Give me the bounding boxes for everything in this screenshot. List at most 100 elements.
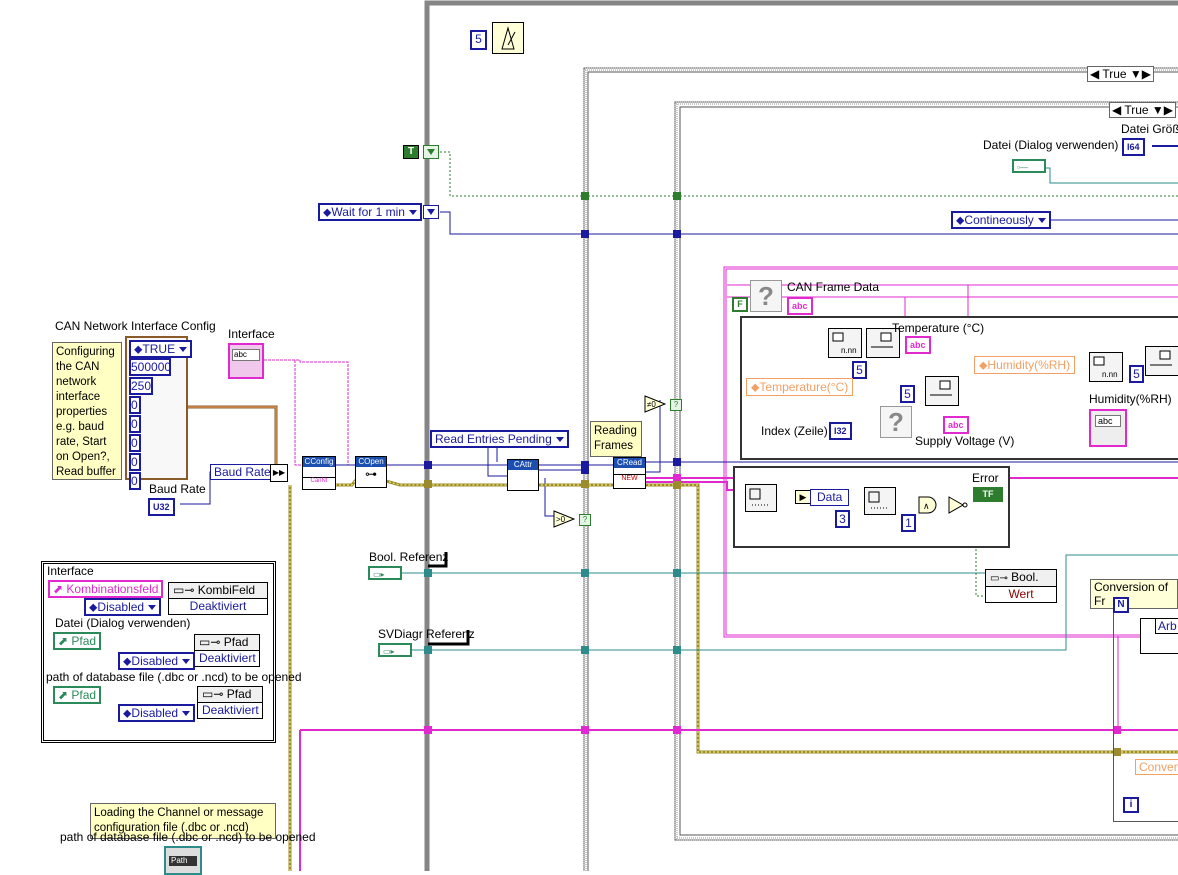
data-property[interactable]: Data: [810, 489, 850, 506]
stop-terminal: ?: [670, 399, 682, 411]
index-data-icon[interactable]: [864, 487, 896, 515]
temperature-index-constant[interactable]: 5: [852, 361, 867, 379]
contineously-enum[interactable]: ⬥Contineously: [951, 211, 1051, 229]
bool-ref-control[interactable]: ▭▸: [368, 566, 402, 580]
humidity-index-constant[interactable]: 5: [1129, 365, 1144, 383]
config-value-2[interactable]: 0: [129, 396, 141, 414]
temperature-control-value: Temperature(°C): [759, 380, 849, 394]
svg-text:≠0: ≠0: [647, 400, 656, 409]
disabled-enum-3[interactable]: ⬥Disabled: [118, 704, 196, 722]
pfad-refnum-2[interactable]: ⬈ Pfad: [53, 686, 102, 704]
kombinationsfeld-refnum[interactable]: ⬈ Kombinationsfeld: [48, 580, 164, 598]
unknown-subvi-2-icon[interactable]: ?: [880, 406, 912, 438]
and-gate-icon[interactable]: ∧: [918, 496, 940, 514]
cconfig-sub: CanNt: [303, 477, 335, 484]
cread-title: CRead: [614, 458, 645, 468]
arb-node[interactable]: Arb: [1140, 618, 1178, 654]
file-dialog-label: Datei (Dialog verwenden): [983, 138, 1119, 152]
true-constant[interactable]: T: [403, 145, 419, 159]
humidity-control[interactable]: ⬥Humidity(%RH): [974, 356, 1076, 374]
temperature-indicator[interactable]: abc: [905, 336, 931, 354]
temperature-control[interactable]: ⬥Temperature(°C): [746, 378, 854, 396]
case-outer-selector[interactable]: ◀ True ▼▶: [1087, 66, 1155, 82]
read-entries-value: Read Entries Pending: [435, 432, 552, 446]
disabled-enum-2[interactable]: ⬥Disabled: [118, 652, 196, 670]
can-frame-indicator[interactable]: abc: [787, 297, 813, 315]
copen-subvi[interactable]: COpen ⊶: [355, 456, 387, 488]
config-value-3[interactable]: 0: [129, 415, 141, 433]
arb-label: Arb: [1155, 619, 1178, 634]
start-on-open-enum[interactable]: ⬥TRUE: [129, 340, 193, 358]
false-constant[interactable]: F: [732, 297, 748, 312]
can-config-label: CAN Network Interface Config: [55, 319, 216, 333]
i64-indicator[interactable]: I64: [1122, 138, 1145, 156]
wait-enum[interactable]: ⬥Wait for 1 min: [318, 203, 422, 221]
config-value-4[interactable]: 0: [129, 434, 141, 452]
format-node-icon[interactable]: n.nn: [828, 328, 862, 358]
baud-rate-label: Baud Rate: [149, 482, 206, 496]
unknown-subvi-icon[interactable]: ?: [750, 280, 782, 312]
datei-label: Datei (Dialog verwenden): [55, 616, 191, 630]
data-index-constant[interactable]: 3: [835, 510, 850, 528]
pfad-refnum-2-label: Pfad: [71, 688, 97, 702]
kombifeld-label: KombiFeld: [197, 583, 256, 597]
unbundle-icon[interactable]: ▶: [795, 490, 811, 504]
config-value-5[interactable]: 0: [129, 453, 141, 471]
kombifeld-property-node[interactable]: ▭⊸ KombiFeld Deaktiviert: [168, 582, 268, 615]
config-cluster-constant[interactable]: ⬥TRUE 500000 250 0 0 0 0 0: [125, 336, 193, 490]
kombinationsfeld-label: Kombinationsfeld: [66, 582, 159, 596]
voltage-index-constant[interactable]: 5: [900, 385, 915, 403]
array-size-icon[interactable]: [745, 484, 777, 512]
bool-value-field[interactable]: Wert: [986, 587, 1056, 602]
cread-subvi[interactable]: CRead NEW: [613, 457, 646, 489]
supply-voltage-indicator[interactable]: abc: [943, 416, 969, 434]
config-value-6[interactable]: 0: [129, 472, 141, 490]
cattr-subvi[interactable]: CAttr: [507, 459, 539, 491]
error-indicator[interactable]: TF: [973, 487, 1003, 502]
enum-tunnel-icon: [423, 205, 439, 219]
bundle-icon[interactable]: ▶▶: [270, 464, 288, 482]
read-entries-enum[interactable]: Read Entries Pending: [430, 430, 569, 448]
disabled-enum-1[interactable]: ⬥Disabled: [84, 598, 162, 616]
baud-rate-control[interactable]: U32: [148, 498, 175, 516]
index-row-control[interactable]: I32: [829, 422, 852, 440]
baud-rate-indicator[interactable]: Baud Rate: [210, 464, 275, 480]
not-gate-icon[interactable]: [948, 496, 968, 514]
pfad-property-node-2[interactable]: ▭⊸ Pfad Deaktiviert: [197, 686, 263, 719]
pfad-field-1: Deaktiviert: [199, 651, 256, 665]
case-inner-selector[interactable]: ◀ True ▼▶: [1109, 102, 1177, 118]
bool-property-node[interactable]: ▭⊸ Bool. Wert: [985, 569, 1057, 603]
pfad-property-node-1[interactable]: ▭⊸ Pfad Deaktiviert: [194, 634, 260, 667]
case-selector-terminal: ?: [579, 514, 591, 526]
interface-label: Interface: [228, 327, 275, 341]
conversion-label: Conversion of Fr: [1090, 579, 1178, 609]
baud-value[interactable]: 500000: [129, 358, 171, 376]
cconfig-subvi[interactable]: CConfig CanNt: [302, 456, 336, 490]
svg-text:n.nn: n.nn: [841, 346, 857, 355]
buffer-value[interactable]: 250: [129, 377, 153, 395]
wait-ms-constant[interactable]: 5: [470, 30, 487, 50]
bool-property-header: ▭⊸ Bool.: [986, 570, 1056, 587]
wait-enum-value: Wait for 1 min: [331, 205, 405, 219]
data-num-constant[interactable]: 1: [901, 514, 916, 532]
pfad-header-1: ▭⊸ Pfad: [195, 635, 259, 651]
file-path-refnum[interactable]: ▫—: [1012, 159, 1046, 173]
error-label: Error: [972, 471, 999, 485]
kombifeld-field: Deaktiviert: [189, 599, 247, 613]
pfad-property-1-label: Pfad: [223, 635, 249, 649]
interface-control[interactable]: abc: [228, 343, 264, 379]
voltage-index-array-icon[interactable]: [925, 376, 959, 406]
humidity-format-icon[interactable]: n.nn: [1089, 352, 1123, 382]
convert-control[interactable]: Convert: [1135, 759, 1178, 775]
humidity-string-indicator[interactable]: abc: [1089, 409, 1127, 447]
svg-text:∧: ∧: [923, 501, 930, 511]
not-equal-zero-icon[interactable]: ≠0: [644, 395, 667, 413]
path-bottom-label: path of database file (.dbc or .ncd) to …: [60, 830, 316, 844]
svdiagr-ref-control[interactable]: ▭▸: [378, 643, 412, 657]
humidity-index-array-icon[interactable]: [1145, 346, 1178, 376]
greater-than-zero-icon[interactable]: >0: [553, 510, 576, 528]
pfad-refnum-1[interactable]: ⬈ Pfad: [53, 632, 102, 650]
index-row-label: Index (Zeile): [761, 424, 828, 438]
humidity-string-value: abc: [1095, 415, 1121, 427]
metronome-icon[interactable]: [492, 22, 524, 54]
